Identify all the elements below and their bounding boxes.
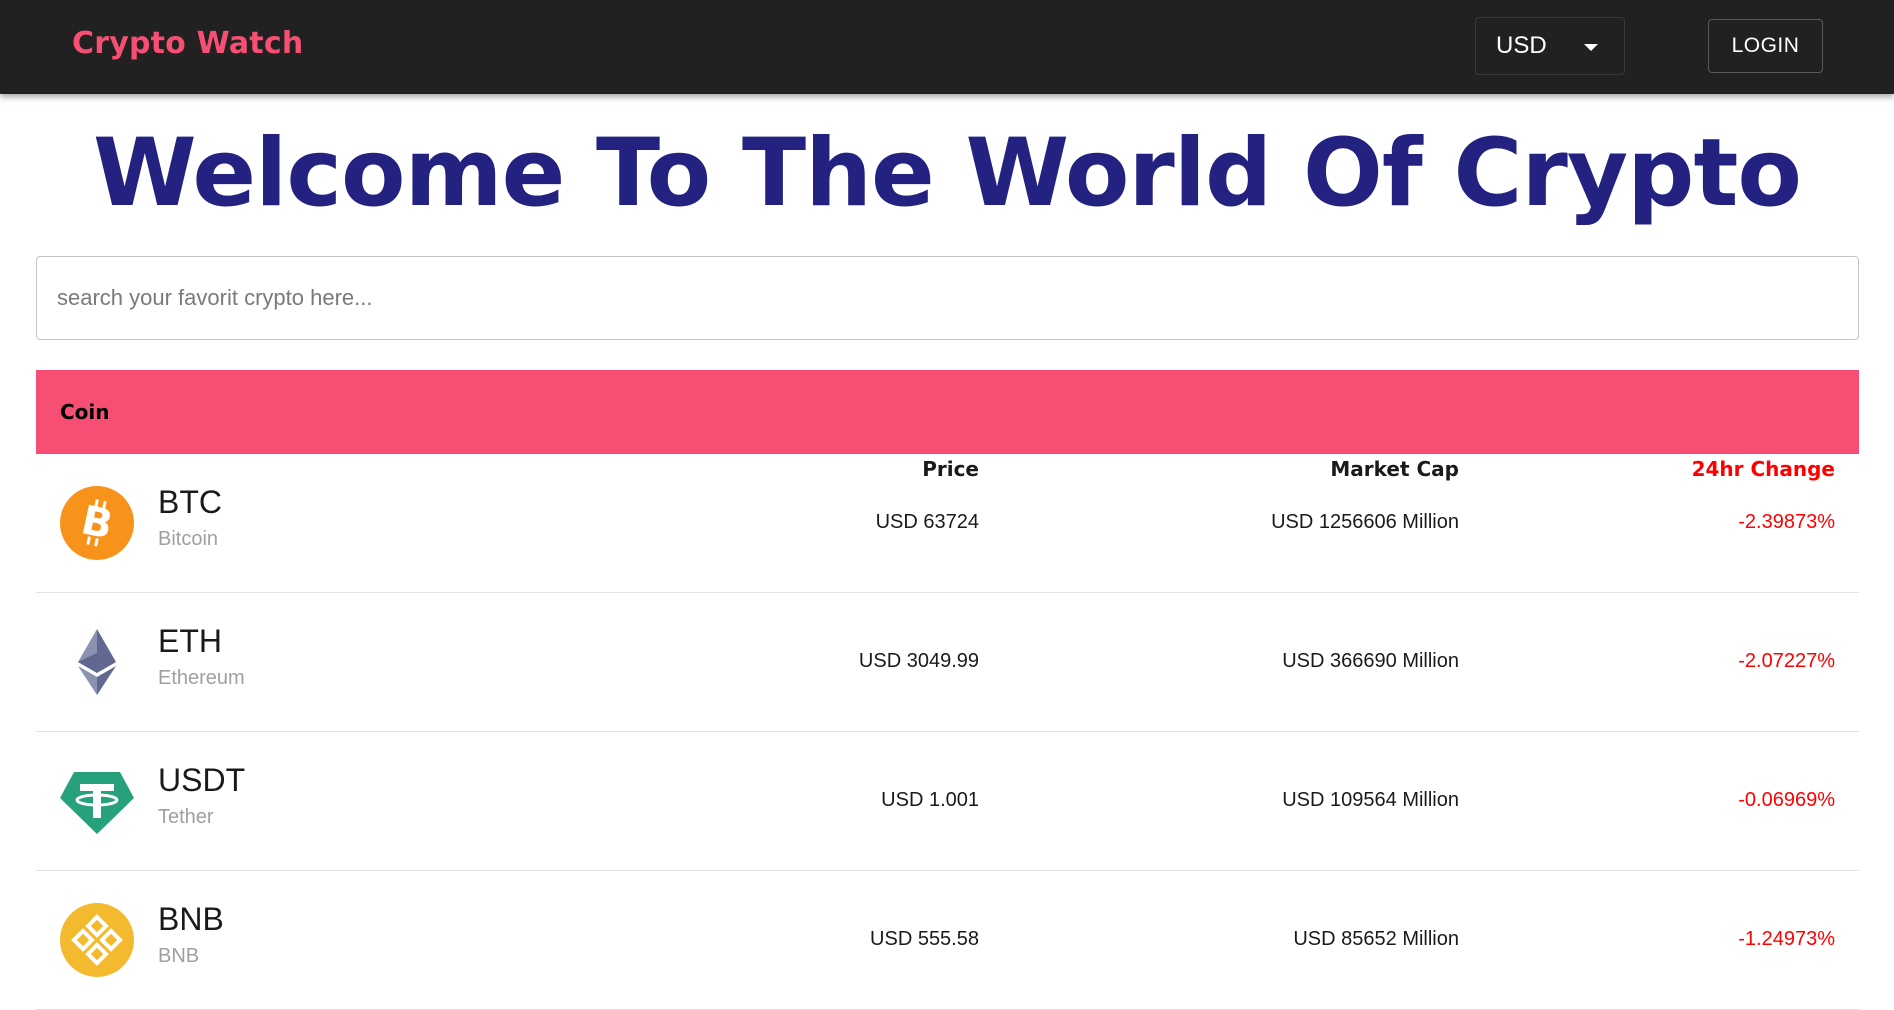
coin-symbol: BTC	[158, 484, 222, 520]
coin-24hr-change: -1.24973%	[1738, 928, 1835, 950]
currency-select[interactable]: USD	[1475, 17, 1625, 75]
coin-symbol: USDT	[158, 762, 246, 798]
login-button[interactable]: LOGIN	[1708, 19, 1823, 73]
table-row[interactable]: USDT Tether USD 1.001 USD 109564 Million…	[36, 732, 1859, 871]
column-header-coin: Coin	[60, 400, 110, 424]
coin-name: BNB	[158, 945, 200, 967]
brand-logo[interactable]: Crypto Watch	[72, 26, 303, 61]
table-row[interactable]: ETH Ethereum USD 3049.99 USD 366690 Mill…	[36, 593, 1859, 732]
coin-market-cap: USD 85652 Million	[1293, 928, 1459, 950]
coin-price: USD 555.58	[870, 928, 979, 950]
coin-24hr-change: -2.07227%	[1738, 650, 1835, 672]
page-title: Welcome To The World Of Crypto	[93, 119, 1802, 228]
search-input[interactable]	[36, 256, 1859, 340]
table-row[interactable]: B BTC Bitcoin USD 63724 USD 1256606 Mill…	[36, 454, 1859, 593]
tether-icon	[60, 772, 134, 834]
coin-name: Tether	[158, 806, 214, 828]
coin-symbol: ETH	[158, 623, 222, 659]
app-bar: Crypto Watch USD LOGIN	[0, 0, 1894, 94]
table-row[interactable]: BNB BNB USD 555.58 USD 85652 Million -1.…	[36, 871, 1859, 1010]
currency-value: USD	[1496, 32, 1547, 59]
coin-name: Bitcoin	[158, 528, 219, 550]
coin-market-cap: USD 366690 Million	[1282, 650, 1459, 672]
coin-price: USD 1.001	[881, 789, 979, 811]
coin-price: USD 3049.99	[858, 650, 979, 672]
chevron-down-icon	[1584, 44, 1598, 51]
bitcoin-icon: B	[60, 486, 134, 560]
coin-symbol: BNB	[158, 901, 224, 937]
coin-name: Ethereum	[158, 667, 245, 689]
bnb-icon	[60, 903, 134, 977]
coin-24hr-change: -2.39873%	[1738, 511, 1835, 533]
coin-market-cap: USD 109564 Million	[1282, 789, 1459, 811]
ethereum-icon	[78, 629, 116, 695]
coin-price: USD 63724	[875, 511, 979, 533]
table-header: Coin Price Market Cap 24hr Change	[36, 370, 1859, 481]
coin-24hr-change: -0.06969%	[1738, 789, 1835, 811]
coin-market-cap: USD 1256606 Million	[1271, 511, 1459, 533]
